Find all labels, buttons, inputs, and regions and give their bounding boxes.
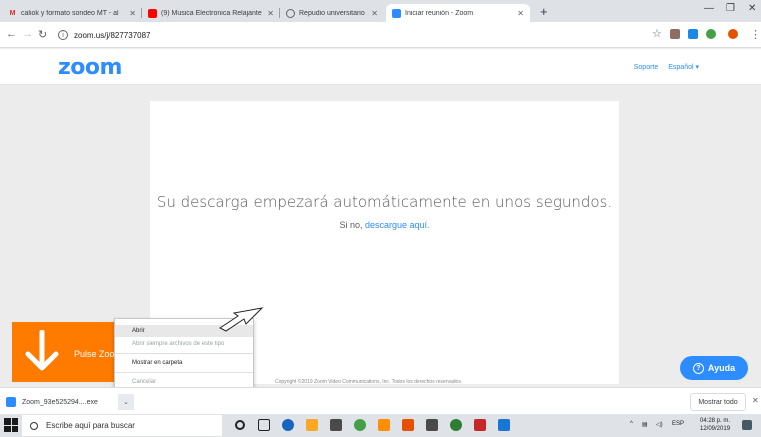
tray-chevron-icon[interactable]: ^ [630,421,633,427]
notifications-icon[interactable] [742,420,752,430]
help-label: Ayuda [707,363,736,373]
download-here-link[interactable]: descargue aquí. [365,220,430,230]
minimize-icon[interactable]: — [704,3,714,14]
download-filename: Zoom_93e525294....exe [22,398,98,406]
tab-title: Repudio universitario a las provo [299,9,367,17]
menu-divider [115,353,253,354]
tab-zoom[interactable]: Iniciar reunión - Zoom ✕ [386,4,530,22]
taskbar-clock[interactable]: 04:28 p. m. 12/09/2019 [700,417,730,433]
gmail-icon: M [9,9,16,17]
zoom-icon [392,8,401,18]
cortana-icon[interactable] [235,420,245,430]
close-tab-icon[interactable]: ✕ [267,9,274,18]
search-icon [30,421,38,430]
file-explorer-icon[interactable] [306,419,318,431]
back-icon[interactable]: ← [6,28,17,40]
mouse-cursor-icon [219,307,264,332]
edge-icon[interactable] [282,419,294,431]
windows-taskbar: Escribe aquí para buscar ^ ▤ ◁) ESP 04:2… [0,414,761,437]
close-tab-icon[interactable]: ✕ [517,9,524,18]
menu-item-show-in-folder[interactable]: Mostrar en carpeta [115,357,253,369]
extension-icon[interactable] [706,29,716,39]
reload-icon[interactable]: ↻ [38,28,47,41]
tab-title: caliok y formato sondeo MT - al [21,9,119,17]
close-shelf-icon[interactable]: ✕ [752,396,759,405]
volume-icon[interactable]: ◁) [656,421,663,428]
fallback-prefix: Si no, [339,220,363,230]
tab-gmail[interactable]: M caliok y formato sondeo MT - al ✕ [2,4,142,22]
extension-icon[interactable] [670,29,680,39]
tab-youtube[interactable]: (9) Musica Electronica Relajante | ✕ [142,4,280,22]
download-shelf: Zoom_93e525294....exe ⌄ Mostrar todo ✕ [0,387,761,414]
close-tab-icon[interactable]: ✕ [371,9,378,18]
tab-title: Iniciar reunión - Zoom [405,9,474,17]
extension-icon[interactable] [688,29,698,39]
download-message: Su descarga empezará automáticamente en … [156,193,613,211]
zoom-logo[interactable]: zoom [58,55,122,80]
zoom-header: zoom Soporte Español ▾ [0,49,761,85]
keyboard-language[interactable]: ESP [672,421,684,427]
chevron-down-icon[interactable]: ⌄ [118,394,134,410]
taskbar-search[interactable]: Escribe aquí para buscar [22,415,222,436]
app-icon[interactable] [378,419,390,431]
app-icon[interactable] [330,419,342,431]
banner-text: Pulse Zoo [74,349,115,359]
new-tab-button[interactable]: + [540,5,548,19]
copyright-text: Copyright ©2019 Zoom Video Communication… [275,379,463,385]
browser-menu-icon[interactable]: ⋮ [750,28,761,41]
app-icon[interactable] [402,419,414,431]
tab-repudio[interactable]: Repudio universitario a las provo ✕ [280,4,384,22]
info-icon[interactable]: i [58,30,68,40]
bookmark-star-icon[interactable]: ☆ [652,27,662,40]
menu-item-always-open[interactable]: Abrir siempre archivos de este tipo [115,338,253,350]
profile-avatar-icon[interactable] [728,29,738,39]
word-icon[interactable] [498,419,510,431]
app-icon[interactable] [474,419,486,431]
address-bar[interactable]: i zoom.us/j/827737087 [58,26,618,44]
forward-icon[interactable]: → [22,28,33,40]
close-window-icon[interactable]: ✕ [748,3,756,14]
browser-toolbar: ← → ↻ i zoom.us/j/827737087 ☆ ⋮ [0,22,761,48]
clock-date: 12/09/2019 [700,426,731,432]
chrome-icon[interactable] [354,419,366,431]
menu-divider [115,372,253,373]
show-all-button[interactable]: Mostrar todo [690,393,746,411]
question-icon: ? [692,362,704,374]
network-icon[interactable]: ▤ [642,421,648,428]
youtube-icon [148,8,157,18]
support-link[interactable]: Soporte [634,64,659,71]
help-button[interactable]: ? Ayuda [680,356,748,380]
download-item[interactable]: Zoom_93e525294....exe ⌄ [6,392,134,412]
tab-title: (9) Musica Electronica Relajante | [161,9,264,17]
browser-tab-strip: M caliok y formato sondeo MT - al ✕ (9) … [0,0,761,22]
close-tab-icon[interactable]: ✕ [129,9,136,18]
maximize-icon[interactable]: ❐ [726,3,735,14]
search-placeholder: Escribe aquí para buscar [46,421,135,430]
download-fallback: Si no, descargue aquí. [150,220,619,230]
app-icon[interactable] [426,419,438,431]
app-icon[interactable] [450,419,462,431]
globe-icon [286,8,295,18]
header-links: Soporte Español ▾ [626,63,699,71]
clock-time: 04:28 p. m. [700,418,731,424]
url-text: zoom.us/j/827737087 [74,30,151,40]
zoom-file-icon [6,397,16,407]
arrow-down-icon [25,330,59,371]
language-select[interactable]: Español ▾ [668,64,699,71]
windows-start-icon[interactable] [4,418,18,432]
task-view-icon[interactable] [258,419,270,431]
